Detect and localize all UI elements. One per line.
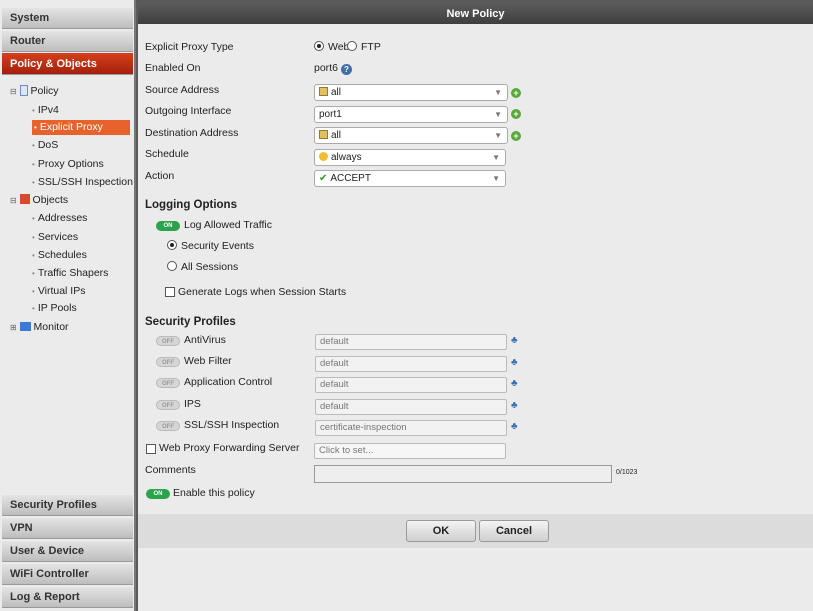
forwarding-server-checkbox[interactable] — [146, 444, 156, 454]
new-policy-dialog: New Policy Explicit Proxy Type Web FTP E… — [138, 4, 813, 611]
ssl-ssh-profile[interactable]: certificate-inspection — [315, 420, 507, 436]
sidebar: System Router Policy & Objects ⊟ Policy … — [0, 0, 136, 611]
comments-count: 0/1023 — [616, 469, 638, 476]
action-select[interactable]: ✔ ACCEPT ▼ — [314, 170, 506, 187]
tree-addresses[interactable]: • Addresses — [32, 211, 87, 226]
expand-icon[interactable]: ⊞ — [10, 323, 17, 332]
comments-label: Comments — [145, 464, 196, 476]
tree-monitor[interactable]: ⊞ Monitor — [10, 320, 69, 335]
chevron-down-icon: ▼ — [494, 131, 502, 140]
generate-logs-checkbox[interactable] — [165, 287, 175, 297]
add-interface-icon[interactable]: + — [511, 109, 521, 119]
web-filter-label: Web Filter — [184, 355, 232, 367]
source-address-select[interactable]: all ▼ — [314, 84, 508, 101]
generate-logs-label: Generate Logs when Session Starts — [178, 286, 347, 298]
forwarding-server-label: Web Proxy Forwarding Server — [159, 442, 300, 454]
enable-policy-toggle[interactable]: ON — [146, 489, 170, 499]
antivirus-label: AntiVirus — [184, 334, 226, 346]
antivirus-profile[interactable]: default — [315, 334, 507, 350]
proxy-type-ftp[interactable]: FTP — [347, 41, 381, 53]
tree-ipv4[interactable]: • IPv4 — [32, 103, 59, 118]
address-icon — [319, 87, 328, 96]
web-filter-profile[interactable]: default — [315, 356, 507, 372]
security-profiles-heading: Security Profiles — [145, 316, 236, 328]
app-control-toggle[interactable]: OFF — [156, 378, 180, 388]
profile-link-icon[interactable]: ♣ — [511, 357, 518, 368]
help-icon[interactable]: ? — [341, 64, 352, 75]
profile-link-icon[interactable]: ♣ — [511, 400, 518, 411]
tree-explicit-proxy[interactable]: • Explicit Proxy — [32, 120, 130, 135]
tree-traffic-shapers[interactable]: • Traffic Shapers — [32, 266, 108, 281]
tree-proxy-options[interactable]: • Proxy Options — [32, 157, 104, 172]
schedule-label: Schedule — [145, 148, 189, 160]
ok-button[interactable]: OK — [406, 520, 476, 542]
add-destination-icon[interactable]: + — [511, 131, 521, 141]
schedule-select[interactable]: always ▼ — [314, 149, 506, 166]
nav-user-device[interactable]: User & Device — [2, 541, 133, 562]
app-control-profile[interactable]: default — [315, 377, 507, 393]
comments-textarea[interactable] — [314, 465, 612, 483]
outgoing-interface-label: Outgoing Interface — [145, 105, 232, 117]
web-filter-toggle[interactable]: OFF — [156, 357, 180, 367]
nav-wifi-controller[interactable]: WiFi Controller — [2, 564, 133, 585]
dialog-title: New Policy — [138, 4, 813, 24]
tree-objects[interactable]: ⊟ Objects — [10, 193, 68, 208]
chevron-down-icon: ▼ — [494, 88, 502, 97]
chevron-down-icon: ▼ — [494, 110, 502, 119]
nav-system[interactable]: System — [2, 8, 133, 29]
ips-toggle[interactable]: OFF — [156, 400, 180, 410]
chevron-down-icon: ▼ — [492, 153, 500, 162]
app-control-label: Application Control — [184, 376, 273, 388]
nav-policy-objects[interactable]: Policy & Objects — [2, 53, 133, 75]
monitor-icon — [19, 322, 31, 331]
policy-icon — [19, 85, 28, 96]
source-address-label: Source Address — [145, 84, 220, 96]
ssl-ssh-toggle[interactable]: OFF — [156, 421, 180, 431]
objects-icon — [19, 194, 30, 204]
forwarding-server-input[interactable]: Click to set... — [314, 443, 506, 459]
destination-address-label: Destination Address — [145, 127, 239, 139]
ips-label: IPS — [184, 398, 201, 410]
tree-policy[interactable]: ⊟ Policy — [10, 84, 59, 99]
logging-options-heading: Logging Options — [145, 199, 237, 211]
collapse-icon[interactable]: ⊟ — [10, 196, 17, 205]
tree-ssl-ssh[interactable]: • SSL/SSH Inspection — [32, 175, 133, 190]
nav-vpn[interactable]: VPN — [2, 518, 133, 539]
outgoing-interface-select[interactable]: port1 ▼ — [314, 106, 508, 123]
all-sessions-radio[interactable]: All Sessions — [167, 261, 238, 273]
add-source-icon[interactable]: + — [511, 88, 521, 98]
log-allowed-toggle[interactable]: ON — [156, 221, 180, 231]
enable-policy-label: Enable this policy — [173, 487, 255, 499]
tree-schedules[interactable]: • Schedules — [32, 248, 87, 263]
log-allowed-label: Log Allowed Traffic — [184, 219, 272, 231]
nav-log-report[interactable]: Log & Report — [2, 587, 133, 608]
address-icon — [319, 130, 328, 139]
tree-ip-pools[interactable]: • IP Pools — [32, 301, 77, 316]
enabled-on-value: port6 — [314, 62, 338, 74]
destination-address-select[interactable]: all ▼ — [314, 127, 508, 144]
tree-virtual-ips[interactable]: • Virtual IPs — [32, 284, 85, 299]
action-label: Action — [145, 170, 175, 182]
profile-link-icon[interactable]: ♣ — [511, 335, 518, 346]
nav-router[interactable]: Router — [2, 31, 133, 52]
security-events-radio[interactable]: Security Events — [167, 240, 254, 252]
profile-link-icon[interactable]: ♣ — [511, 421, 518, 432]
tree-services[interactable]: • Services — [32, 230, 78, 245]
profile-link-icon[interactable]: ♣ — [511, 378, 518, 389]
proxy-type-web[interactable]: Web — [314, 41, 349, 53]
clock-icon — [319, 152, 328, 161]
tree-dos[interactable]: • DoS — [32, 138, 58, 153]
enabled-on-label: Enabled On — [145, 62, 201, 74]
cancel-button[interactable]: Cancel — [479, 520, 549, 542]
check-icon: ✔ — [319, 173, 328, 184]
antivirus-toggle[interactable]: OFF — [156, 336, 180, 346]
proxy-type-label: Explicit Proxy Type — [145, 41, 234, 53]
chevron-down-icon: ▼ — [492, 174, 500, 183]
tree-label: Policy — [30, 85, 59, 97]
ips-profile[interactable]: default — [315, 399, 507, 415]
collapse-icon[interactable]: ⊟ — [10, 87, 17, 96]
dialog-footer: OK Cancel — [138, 514, 813, 548]
nav-security-profiles[interactable]: Security Profiles — [2, 495, 133, 516]
ssl-ssh-label: SSL/SSH Inspection — [184, 419, 280, 431]
